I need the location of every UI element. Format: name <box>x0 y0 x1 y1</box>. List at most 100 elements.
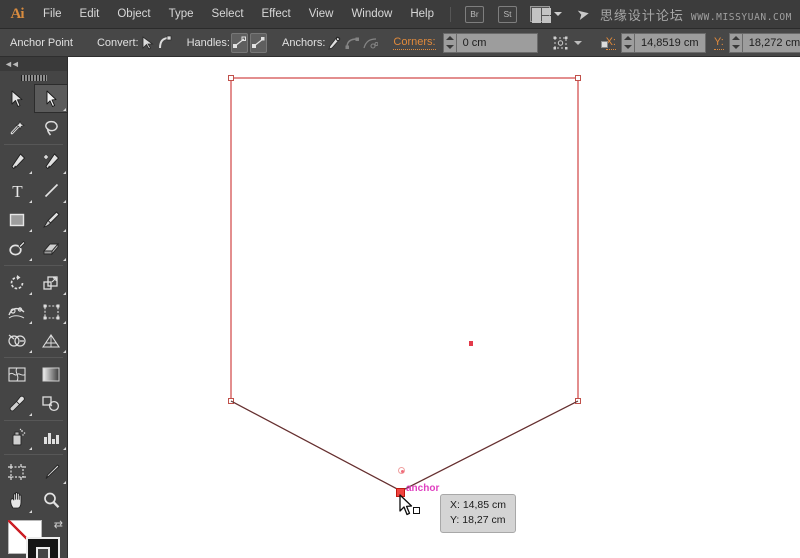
tool-flyout-indicator <box>29 292 32 295</box>
tool-flyout-indicator <box>29 413 32 416</box>
rectangle-tool[interactable] <box>0 205 34 234</box>
chevron-down-icon <box>554 12 562 16</box>
tools-panel-header[interactable]: ◄◄ <box>0 57 67 71</box>
shape-center-point <box>469 341 473 346</box>
show-handles-icon[interactable] <box>230 32 248 53</box>
tool-group-paint <box>0 360 67 418</box>
tooltip-y-value: Y: 18,27 cm <box>450 514 506 526</box>
magic-wand-tool[interactable] <box>0 113 34 142</box>
menu-file[interactable]: File <box>34 0 71 29</box>
mesh-tool[interactable] <box>0 360 34 389</box>
tool-group-selection <box>0 84 68 142</box>
transform-handle-dropdown[interactable] <box>552 35 582 51</box>
tool-group-drawing: T <box>0 147 67 263</box>
eraser-tool[interactable] <box>34 234 68 263</box>
x-input[interactable]: 14,8519 cm <box>634 32 706 53</box>
menu-window[interactable]: Window <box>342 0 401 29</box>
collapse-panel-icon[interactable]: ◄◄ <box>4 59 20 69</box>
tool-flyout-indicator <box>63 229 66 232</box>
cursor-move-badge-icon <box>413 507 420 514</box>
tool-flyout-indicator <box>63 258 66 261</box>
corners-field-group[interactable]: 0 cm <box>442 32 538 53</box>
tool-flyout-indicator <box>29 350 32 353</box>
menu-help[interactable]: Help <box>401 0 443 29</box>
illustrator-window: Ai File Edit Object Type Select Effect V… <box>0 0 800 558</box>
menu-effect[interactable]: Effect <box>253 0 300 29</box>
menu-view[interactable]: View <box>300 0 343 29</box>
menu-bar: Ai File Edit Object Type Select Effect V… <box>0 0 800 29</box>
direct-selection-tool[interactable] <box>34 84 68 113</box>
pencil-tool[interactable] <box>0 234 34 263</box>
tool-flyout-indicator <box>29 229 32 232</box>
bridge-button[interactable]: Br <box>465 5 484 23</box>
tool-flyout-indicator <box>29 510 32 513</box>
eyedropper-tool[interactable] <box>0 389 34 418</box>
workspace-switcher[interactable] <box>530 6 562 23</box>
lasso-tool[interactable] <box>34 113 68 142</box>
tools-panel-grip[interactable] <box>0 71 67 84</box>
x-stepper[interactable] <box>621 32 634 53</box>
tool-flyout-indicator <box>63 292 66 295</box>
column-graph-tool[interactable] <box>34 423 68 452</box>
app-logo: Ai <box>10 5 25 22</box>
line-segment-tool[interactable] <box>34 176 68 205</box>
artboard-canvas[interactable]: anchor X: 14,85 cm Y: 18,27 cm <box>68 57 800 558</box>
tool-divider <box>4 454 63 455</box>
handles-label: Handles: <box>186 36 230 49</box>
swap-fill-stroke-icon[interactable]: ⇄ <box>54 518 63 531</box>
tool-flyout-indicator <box>29 171 32 174</box>
blend-tool[interactable] <box>34 389 68 418</box>
menu-type[interactable]: Type <box>160 0 203 29</box>
tool-divider <box>4 265 63 266</box>
scale-tool[interactable] <box>34 268 68 297</box>
tool-divider <box>4 144 63 145</box>
type-tool[interactable]: T <box>0 176 34 205</box>
zoom-tool[interactable] <box>34 486 68 515</box>
tool-divider <box>4 357 63 358</box>
convert-to-corner-icon[interactable] <box>140 33 155 53</box>
connect-anchor-icon[interactable] <box>344 33 360 53</box>
selection-tool[interactable] <box>0 84 34 113</box>
tool-flyout-indicator <box>63 200 66 203</box>
y-input[interactable]: 18,272 cm <box>741 32 800 53</box>
hand-tool[interactable] <box>0 486 34 515</box>
menu-divider <box>450 6 451 22</box>
width-tool[interactable] <box>0 297 34 326</box>
x-field-group[interactable]: 14,8519 cm <box>621 32 706 53</box>
tool-flyout-indicator <box>63 171 66 174</box>
y-stepper[interactable] <box>728 32 742 53</box>
corners-stepper[interactable] <box>442 32 456 53</box>
corners-input[interactable]: 0 cm <box>455 32 538 53</box>
free-transform-tool[interactable] <box>34 297 68 326</box>
menu-select[interactable]: Select <box>203 0 253 29</box>
artboard-tool[interactable] <box>0 457 34 486</box>
stroke-black-swatch[interactable] <box>26 537 60 558</box>
control-bar: Anchor Point Convert: Handles: Anchors: … <box>0 29 800 57</box>
shape-builder-tool[interactable] <box>0 326 34 355</box>
workspace-switcher-icon <box>530 6 551 23</box>
remove-anchor-icon[interactable] <box>326 33 342 53</box>
menu-edit[interactable]: Edit <box>71 0 109 29</box>
smart-guide-label: anchor <box>406 483 440 494</box>
perspective-grid-tool[interactable] <box>34 326 68 355</box>
rocket-icon[interactable]: ➤ <box>575 4 591 24</box>
stock-button[interactable]: St <box>498 5 517 23</box>
cut-path-icon[interactable] <box>362 33 379 53</box>
y-field-group[interactable]: 18,272 cm <box>728 32 800 53</box>
convert-label: Convert: <box>96 36 139 49</box>
tool-flyout-indicator <box>63 321 66 324</box>
gradient-tool[interactable] <box>34 360 68 389</box>
corners-label: Corners: <box>393 35 436 50</box>
hide-handles-icon[interactable] <box>249 32 267 53</box>
slice-tool[interactable] <box>34 457 68 486</box>
smart-guide-point-icon <box>398 467 405 474</box>
tools-panel: ◄◄ T ⇄ <box>0 57 68 558</box>
menu-object[interactable]: Object <box>108 0 159 29</box>
tool-flyout-indicator <box>29 321 32 324</box>
rotate-tool[interactable] <box>0 268 34 297</box>
symbol-sprayer-tool[interactable] <box>0 423 34 452</box>
pen-tool[interactable] <box>0 147 34 176</box>
paintbrush-tool[interactable] <box>34 205 68 234</box>
convert-to-smooth-icon[interactable] <box>157 33 172 53</box>
add-anchor-point-tool[interactable] <box>34 147 68 176</box>
